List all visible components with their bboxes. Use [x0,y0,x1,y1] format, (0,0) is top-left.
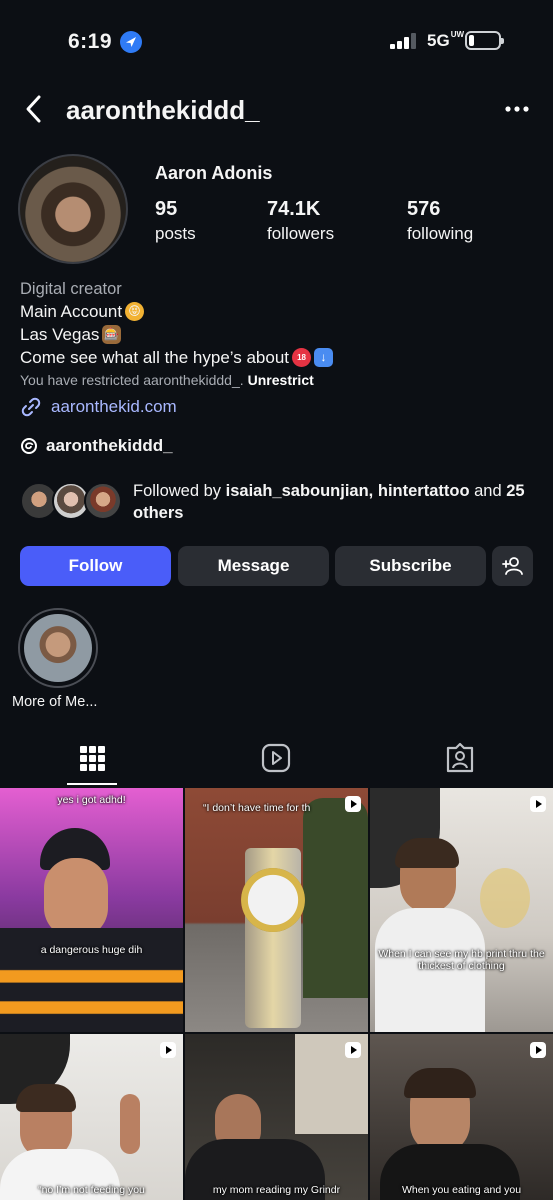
mutual-user[interactable]: isaiah_sabounjian, [226,482,374,500]
threads-handle: aaronthekiddd_ [46,436,173,455]
grid-post[interactable]: “I don’t have time for th [185,788,368,1032]
profile-category: Digital creator [20,280,122,298]
post-caption: “no I’m not feeding you [38,1184,145,1196]
suggested-users-button[interactable] [492,546,533,586]
location-arrow-icon [120,31,142,53]
grid-post[interactable]: When you eating and you [370,1034,553,1200]
profile-full-name: Aaron Adonis [155,163,273,183]
highlight-label[interactable]: More of Me... [12,694,97,710]
bio-line: Main Account 😝 [20,300,540,323]
reel-icon [530,1042,546,1058]
followers-label: followers [267,224,335,243]
network-type: 5GUW [427,31,464,51]
active-tab-indicator [67,783,117,785]
grid-post[interactable]: my mom reading my Grindr [185,1034,368,1200]
following-count: 576 [407,198,441,220]
restricted-notice: You have restricted aaronthekiddd_. Unres… [20,372,314,388]
reel-icon [530,796,546,812]
following-label: following [407,224,474,243]
bio-line: Come see what all the hype’s about 18 ↓ [20,346,540,369]
network-sub-label: UW [450,30,465,39]
profile-website-link[interactable]: aaronthekid.com [20,396,177,418]
reel-icon [160,1042,176,1058]
followed-by-prefix: Followed by [133,482,222,500]
post-caption: a dangerous huge dih [40,944,143,956]
post-grid: yes i got adhd! a dangerous huge dih “I … [0,788,553,1200]
threads-icon [21,438,37,454]
tongue-face-emoji-icon: 😝 [125,302,145,321]
subscribe-button[interactable]: Subscribe [335,546,486,586]
grid-icon[interactable] [77,742,107,774]
followed-by-connector: and [474,482,502,500]
add-person-icon [501,557,523,575]
stat-posts[interactable]: 95 posts [155,198,196,244]
mutual-user[interactable]: hintertattoo [378,482,470,500]
tagged-icon[interactable] [445,742,475,774]
unrestrict-link[interactable]: Unrestrict [248,372,314,388]
reel-icon [345,1042,361,1058]
more-options-icon[interactable] [500,100,534,118]
post-caption: When I can see my hb print thru the thic… [378,948,545,972]
post-caption: When you eating and you [401,1184,522,1196]
reels-icon[interactable] [261,742,291,774]
battery-icon [465,31,504,50]
posts-label: posts [155,224,196,243]
link-icon [21,397,41,417]
slot-machine-emoji-icon: 🎰 [102,325,122,344]
threads-badge[interactable]: aaronthekiddd_ [20,436,173,456]
bio-line-text: Las Vegas [20,325,100,344]
no-under-18-emoji-icon: 18 [292,348,312,367]
grid-post[interactable]: When I can see my hb print thru the thic… [370,788,553,1032]
bio-line: Las Vegas 🎰 [20,323,540,346]
stat-followers[interactable]: 74.1K followers [267,198,334,244]
posts-count: 95 [155,198,178,220]
post-caption: my mom reading my Grindr [212,1184,341,1196]
website-url: aaronthekid.com [51,397,177,416]
reel-icon [345,796,361,812]
back-chevron-icon[interactable] [22,94,48,124]
followers-count: 74.1K [267,198,321,220]
profile-bio: Digital creator Main Account 😝 Las Vegas… [20,278,540,369]
bio-line-text: Come see what all the hype’s about [20,348,290,367]
stat-following[interactable]: 576 following [407,198,473,244]
profile-avatar[interactable] [18,154,128,264]
grid-post[interactable]: “no I’m not feeding you [0,1034,183,1200]
profile-username-title: aaronthekiddd_ [66,95,260,125]
cellular-signal-icon [390,33,416,49]
network-label: 5G [427,31,450,50]
grid-post[interactable]: yes i got adhd! a dangerous huge dih [0,788,183,1032]
status-bar: 6:19 5GUW [0,0,553,80]
followed-by-text: Followed by isaiah_sabounjian, hintertat… [133,480,543,524]
highlight-cover [24,614,92,682]
bio-line-text: Main Account [20,302,123,321]
story-highlight[interactable] [18,608,98,688]
mutual-avatar [84,482,122,520]
status-time: 6:19 [68,30,113,53]
message-button[interactable]: Message [178,546,329,586]
post-caption: yes i got adhd! [57,794,126,806]
restricted-text: You have restricted aaronthekiddd_. [20,372,244,388]
follow-button[interactable]: Follow [20,546,171,586]
down-arrow-emoji-icon: ↓ [314,348,334,367]
mutual-followers[interactable]: Followed by isaiah_sabounjian, hintertat… [20,480,540,524]
